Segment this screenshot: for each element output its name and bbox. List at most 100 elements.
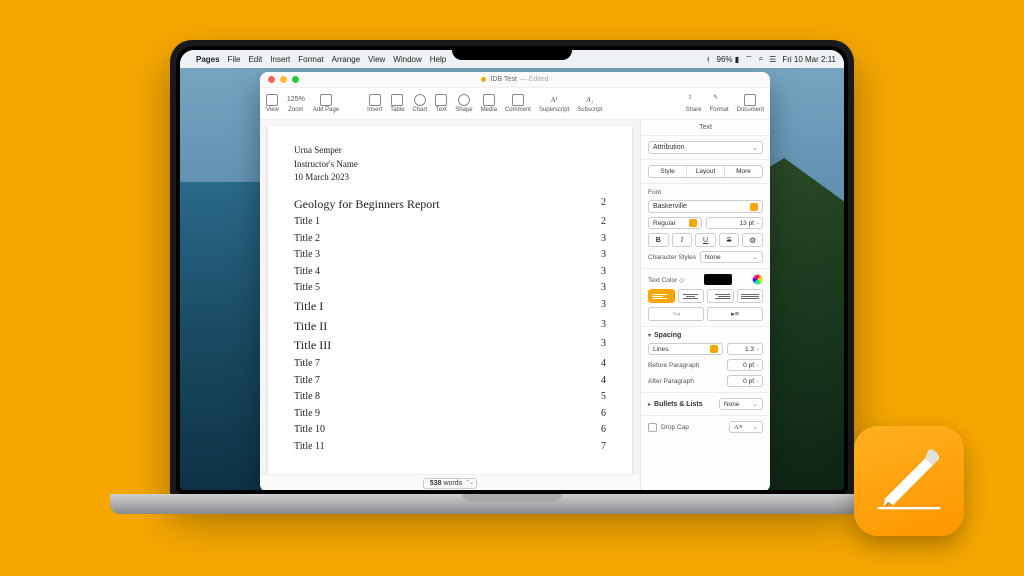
toolbar-media[interactable]: Media: [481, 94, 497, 113]
toc-row[interactable]: Title 43: [294, 264, 606, 281]
spacing-disclosure[interactable]: Spacing: [648, 332, 763, 339]
toolbar: View 125%Zoom Add Page Insert Table Char…: [260, 88, 770, 120]
text-color-chip[interactable]: [704, 274, 732, 285]
seg-layout[interactable]: Layout: [687, 166, 725, 177]
align-right-button[interactable]: [707, 289, 734, 303]
toc-title: Geology for Beginners Report: [294, 195, 440, 215]
toolbar-format[interactable]: ✎Format: [710, 94, 729, 113]
menu-format[interactable]: Format: [298, 55, 323, 64]
document-modified-icon: [481, 77, 486, 82]
word-count[interactable]: 538 words: [423, 478, 477, 489]
toc-row[interactable]: Title 74: [294, 356, 606, 373]
window-titlebar[interactable]: IDB Test — Edited: [260, 72, 770, 88]
fullscreen-window-button[interactable]: [292, 76, 299, 83]
toc-title-page: 2: [592, 195, 606, 215]
toolbar-shape[interactable]: Shape: [455, 94, 472, 113]
control-center-icon[interactable]: ☰: [769, 55, 776, 64]
align-center-button[interactable]: [678, 289, 705, 303]
toolbar-document[interactable]: Document: [737, 94, 764, 113]
dropcap-style-select[interactable]: A≡⌄: [729, 421, 763, 433]
toolbar-zoom[interactable]: 125%Zoom: [287, 94, 305, 113]
toc-row[interactable]: Title 23: [294, 231, 606, 248]
menu-insert[interactable]: Insert: [270, 55, 290, 64]
toolbar-share[interactable]: ⇧Share: [686, 94, 702, 113]
toolbar-subscript[interactable]: A₁Subscript: [577, 94, 602, 113]
toc-row[interactable]: Title 96: [294, 406, 606, 423]
toc-row[interactable]: Title 106: [294, 422, 606, 439]
underline-button[interactable]: U: [695, 233, 716, 247]
toc-row[interactable]: Title 12: [294, 214, 606, 231]
inspector-segments[interactable]: Style Layout More: [648, 165, 763, 178]
toc-title-row[interactable]: Geology for Beginners Report 2: [294, 195, 606, 215]
toc-row[interactable]: Title 74: [294, 373, 606, 390]
inspector-tab-text[interactable]: Text: [641, 120, 770, 135]
menu-file[interactable]: File: [228, 55, 241, 64]
toc-entry-page: 3: [592, 247, 606, 264]
menu-view[interactable]: View: [368, 55, 385, 64]
toolbar-table[interactable]: Table: [390, 94, 404, 113]
toolbar-view[interactable]: View: [266, 94, 279, 113]
toolbar-text[interactable]: Text: [435, 94, 447, 113]
document-title: IDB Test: [490, 76, 516, 83]
lines-select[interactable]: Lines: [648, 343, 723, 355]
clock[interactable]: Fri 10 Mar 2:11: [782, 55, 836, 64]
before-para-label: Before Paragraph: [648, 362, 699, 369]
bluetooth-icon[interactable]: ᚼ: [706, 55, 711, 64]
before-para-stepper[interactable]: 0 pt: [727, 359, 763, 371]
app-menu[interactable]: Pages: [196, 55, 220, 64]
menu-edit[interactable]: Edit: [248, 55, 262, 64]
toolbar-superscript[interactable]: A¹Superscript: [539, 94, 569, 113]
seg-more[interactable]: More: [725, 166, 762, 177]
toc-row[interactable]: Title II3: [294, 317, 606, 337]
document-page[interactable]: Urna Semper Instructor's Name 10 March 2…: [268, 126, 632, 474]
font-label: Font: [648, 189, 763, 196]
menu-help[interactable]: Help: [430, 55, 446, 64]
align-left-button[interactable]: [648, 289, 675, 303]
toc-row[interactable]: Title 33: [294, 247, 606, 264]
font-size-stepper[interactable]: 13 pt: [706, 217, 763, 229]
color-wheel-icon[interactable]: [752, 274, 763, 285]
italic-button[interactable]: I: [672, 233, 693, 247]
toc-entry-page: 3: [592, 280, 606, 297]
toc-entry-title: Title 4: [294, 264, 320, 281]
bullets-disclosure[interactable]: Bullets & Lists: [648, 401, 703, 408]
toc-row[interactable]: Title 53: [294, 280, 606, 297]
font-family-select[interactable]: Baskerville: [648, 200, 763, 213]
char-styles-select[interactable]: None⌄: [700, 251, 763, 263]
doc-author: Urna Semper: [294, 144, 606, 158]
seg-style[interactable]: Style: [649, 166, 687, 177]
lines-stepper[interactable]: 1.3: [727, 343, 763, 355]
toc-row[interactable]: Title I3: [294, 297, 606, 317]
indent-button[interactable]: ▸≡: [707, 307, 763, 321]
font-style-select[interactable]: Regular: [648, 217, 702, 229]
paragraph-style-select[interactable]: Attribution⌄: [648, 141, 763, 154]
toc-entry-page: 4: [592, 373, 606, 390]
strike-button[interactable]: S: [719, 233, 740, 247]
after-para-stepper[interactable]: 0 pt: [727, 375, 763, 387]
dropcap-label: Drop Cap: [661, 424, 689, 431]
align-justify-button[interactable]: [737, 289, 764, 303]
toolbar-insert[interactable]: Insert: [367, 94, 382, 113]
text-options-button[interactable]: ⚙︎: [742, 233, 763, 247]
toolbar-comment[interactable]: Comment: [505, 94, 531, 113]
toc-row[interactable]: Title 117: [294, 439, 606, 456]
menu-window[interactable]: Window: [393, 55, 421, 64]
bold-button[interactable]: B: [648, 233, 669, 247]
bullets-select[interactable]: None⌄: [719, 398, 763, 410]
menu-arrange[interactable]: Arrange: [332, 55, 360, 64]
toolbar-add-page[interactable]: Add Page: [313, 94, 339, 113]
doc-instructor: Instructor's Name: [294, 158, 606, 172]
status-bar: 538 words: [260, 474, 640, 490]
battery-status[interactable]: 96% ▮: [717, 55, 740, 64]
search-icon[interactable]: ⌕: [759, 54, 763, 64]
toolbar-chart[interactable]: Chart: [413, 94, 428, 113]
toc-row[interactable]: Title III3: [294, 336, 606, 356]
toc-entry-title: Title 8: [294, 389, 320, 406]
minimize-window-button[interactable]: [280, 76, 287, 83]
close-window-button[interactable]: [268, 76, 275, 83]
dropcap-checkbox[interactable]: [648, 423, 657, 432]
toc-row[interactable]: Title 85: [294, 389, 606, 406]
outdent-button[interactable]: ≡◂: [648, 307, 704, 321]
document-subtitle: — Edited: [520, 76, 549, 83]
wifi-icon[interactable]: ⌔: [745, 54, 753, 64]
